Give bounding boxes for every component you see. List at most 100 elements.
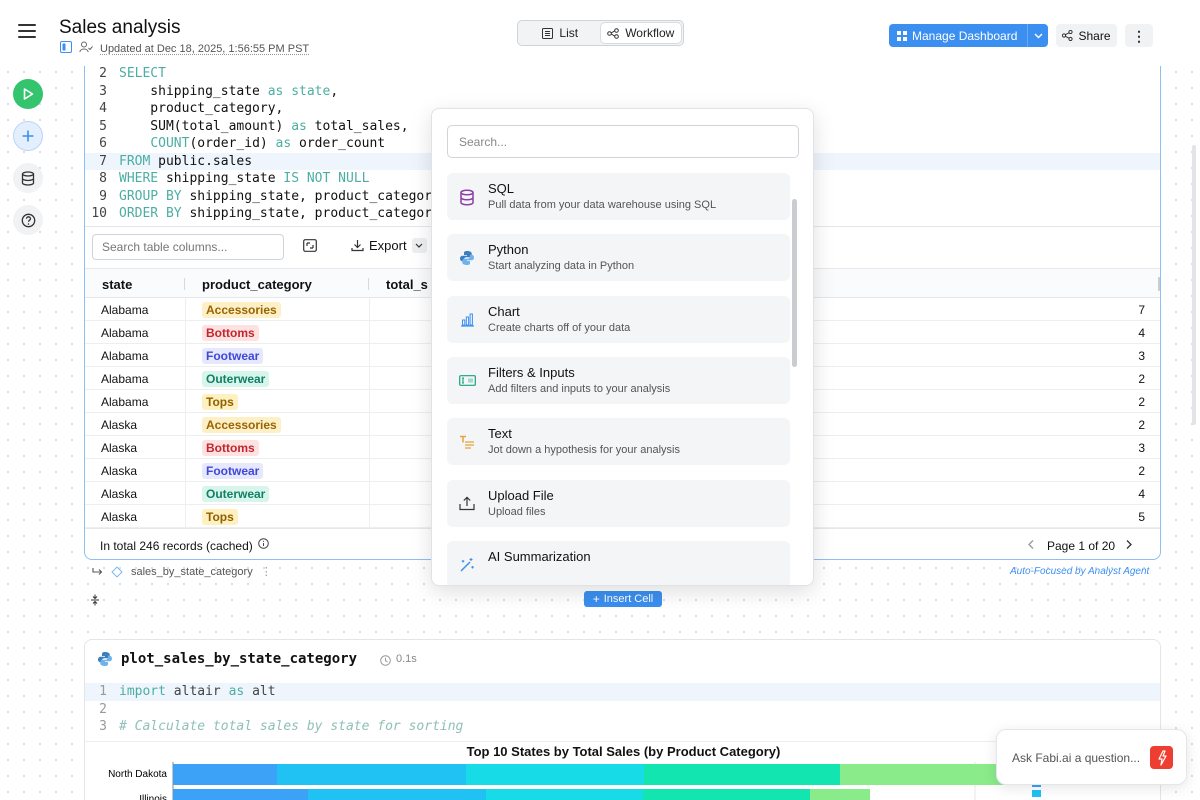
- data-sources-button[interactable]: [13, 163, 43, 193]
- menu-item-description: Pull data from your data warehouse using…: [488, 199, 717, 211]
- list-icon: [542, 27, 554, 39]
- line-number: 2: [99, 66, 107, 81]
- column-header-product-category[interactable]: product_category: [202, 277, 312, 292]
- workflow-view-button[interactable]: Workflow: [600, 23, 681, 43]
- menu-item-sql[interactable]: SQL Pull data from your data warehouse us…: [447, 173, 790, 220]
- runtime-label: 0.1s: [396, 653, 417, 665]
- python-icon: [97, 651, 113, 672]
- list-view-button[interactable]: List: [520, 23, 601, 43]
- share-button[interactable]: Share: [1056, 24, 1117, 47]
- insert-cell-button[interactable]: + Insert Cell: [584, 591, 662, 607]
- menu-search-input[interactable]: Search...: [447, 125, 799, 158]
- category-badge: Footwear: [202, 463, 264, 479]
- bar-segment: [173, 764, 277, 785]
- line-number: 8: [99, 171, 107, 186]
- menu-item-title: Chart: [488, 303, 520, 319]
- menu-item-text[interactable]: Text Jot down a hypothesis for your analy…: [447, 418, 790, 466]
- output-dataframe-name[interactable]: sales_by_state_category: [131, 566, 253, 578]
- app-window: Sales analysis Updated at Dec 18, 2025, …: [0, 0, 1200, 800]
- cell-state: Alabama: [101, 326, 149, 340]
- info-icon[interactable]: [258, 538, 269, 552]
- column-divider[interactable]: [368, 278, 369, 290]
- expand-icon[interactable]: [303, 239, 317, 257]
- notebook-icon[interactable]: [60, 41, 72, 56]
- menu-item-chart[interactable]: Chart Create charts off of your data: [447, 295, 790, 343]
- cell-state: Alaska: [101, 418, 138, 432]
- chevron-down-icon[interactable]: [411, 238, 427, 253]
- python-cell-name[interactable]: plot_sales_by_state_category: [121, 651, 357, 667]
- column-header-state[interactable]: state: [102, 277, 132, 292]
- code-line[interactable]: 2: [85, 701, 1160, 719]
- code-line[interactable]: 3 shipping_state as state,: [85, 83, 1160, 101]
- page-scrollbar[interactable]: [1192, 145, 1196, 425]
- column-divider[interactable]: [184, 278, 185, 290]
- updated-timestamp: Updated at Dec 18, 2025, 1:56:55 PM PST: [100, 42, 310, 55]
- category-badge: Tops: [202, 509, 238, 525]
- ask-ai-placeholder: Ask Fabi.ai a question...: [1012, 751, 1141, 765]
- cell-order-count: 2: [1138, 464, 1145, 478]
- chevron-down-icon[interactable]: [1027, 24, 1048, 47]
- bar-segment: [466, 764, 644, 785]
- line-number: 3: [99, 83, 107, 99]
- cell-state: Alaska: [101, 510, 138, 524]
- menu-item-title: Upload File: [488, 487, 554, 503]
- clock-icon: [380, 653, 391, 671]
- code-text: GROUP BY shipping_state, product_categor…: [119, 188, 440, 204]
- column-search-input[interactable]: Search table columns...: [92, 234, 284, 260]
- code-line[interactable]: 2 SELECT: [85, 66, 1160, 83]
- menu-item-python[interactable]: Python Start analyzing data in Python: [447, 234, 790, 282]
- collapse-icon[interactable]: [90, 593, 100, 611]
- help-button[interactable]: [13, 205, 43, 235]
- category-badge: Bottoms: [202, 325, 259, 341]
- prev-page-icon[interactable]: [1027, 539, 1035, 553]
- menu-item-description: Upload files: [488, 505, 546, 518]
- user-check-icon: [79, 41, 93, 56]
- next-page-icon[interactable]: [1125, 539, 1133, 553]
- line-number: 2: [99, 701, 107, 717]
- menu-item-title: Filters & Inputs: [488, 364, 575, 380]
- line-number: 4: [99, 101, 107, 116]
- code-text: ORDER BY shipping_state, product_categor…: [119, 206, 440, 221]
- manage-dashboard-button[interactable]: Manage Dashboard: [889, 24, 1048, 47]
- output-reference: sales_by_state_category ⋮: [92, 565, 272, 578]
- code-text: shipping_state as state,: [119, 83, 339, 99]
- bar-segment: [173, 789, 308, 800]
- python-code-editor[interactable]: 1 import altair as alt 2 3 # Calculate total…: [85, 683, 1160, 736]
- cell-order-count: 2: [1138, 372, 1145, 386]
- code-text: import altair as alt: [119, 684, 276, 699]
- menu-item-ai-summarization[interactable]: AI Summarization: [447, 540, 790, 585]
- add-cell-button[interactable]: [13, 121, 43, 151]
- database-icon: [457, 187, 477, 207]
- run-button[interactable]: [13, 79, 43, 109]
- code-text: COUNT(order_id) as order_count: [150, 136, 386, 151]
- cell-state: Alaska: [101, 441, 138, 455]
- filter-input-icon: [457, 371, 477, 391]
- bar-segment: [840, 764, 1020, 785]
- menu-item-filters-inputs[interactable]: Filters & Inputs Add filters and inputs t…: [447, 356, 790, 404]
- menu-item-description: Create charts off of your data: [488, 321, 631, 334]
- ask-ai-box[interactable]: Ask Fabi.ai a question...: [996, 729, 1187, 785]
- code-line[interactable]: 1 import altair as alt: [85, 683, 1160, 701]
- update-info: Updated at Dec 18, 2025, 1:56:55 PM PST: [60, 41, 309, 56]
- category-badge: Outerwear: [202, 486, 270, 502]
- workflow-view-label: Workflow: [625, 26, 675, 40]
- more-options-icon[interactable]: ⋮: [1125, 24, 1153, 47]
- fabi-logo-icon[interactable]: [1150, 746, 1173, 769]
- line-number: 5: [99, 118, 107, 134]
- y-tick-label: Illinois: [139, 794, 167, 800]
- cell-order-count: 3: [1138, 441, 1145, 455]
- bar-segment: [643, 789, 810, 800]
- magic-wand-icon: [457, 555, 477, 575]
- hamburger-menu-icon[interactable]: [18, 24, 36, 38]
- legend-swatch: [1032, 790, 1041, 797]
- kebab-icon[interactable]: ⋮: [261, 565, 272, 578]
- horizontal-scrollbar[interactable]: [1158, 277, 1160, 291]
- menu-item-upload-file[interactable]: Upload File Upload files: [447, 479, 790, 527]
- python-icon: [457, 248, 477, 268]
- menu-scrollbar[interactable]: [792, 199, 797, 367]
- view-toggle: List Workflow: [517, 20, 684, 46]
- category-badge: Footwear: [202, 348, 264, 364]
- share-icon: [1062, 30, 1074, 41]
- column-header-total-sales[interactable]: total_s: [386, 277, 428, 292]
- export-button[interactable]: Export: [351, 238, 427, 253]
